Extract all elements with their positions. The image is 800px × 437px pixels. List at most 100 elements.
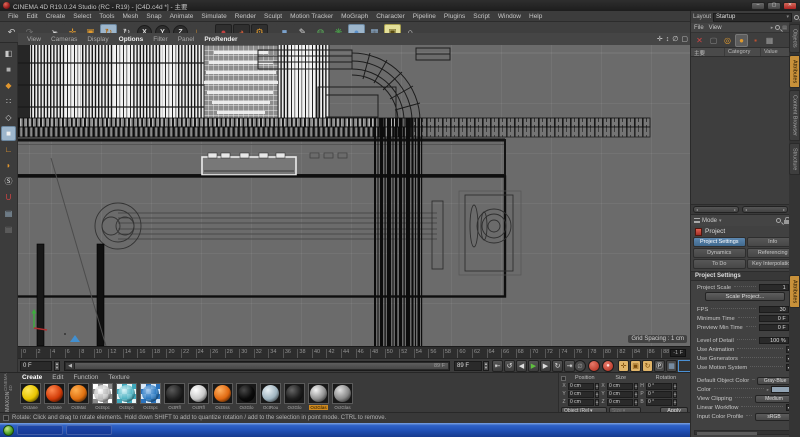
frame-tick[interactable]: 40 — [312, 349, 327, 358]
menu-file[interactable]: File — [4, 13, 22, 20]
frame-tick[interactable]: 48 — [370, 349, 385, 358]
frame-tick[interactable]: 52 — [399, 349, 414, 358]
frame-tick[interactable]: 34 — [268, 349, 283, 358]
om-column-main[interactable]: 主要 — [691, 48, 725, 56]
material-item[interactable]: OctSss — [212, 383, 233, 410]
timeline-range-slider[interactable]: ◀ 89 F — [64, 361, 450, 371]
side-tab-attributes[interactable]: Attributes — [789, 275, 800, 308]
goto-start-button[interactable]: ⇤ — [492, 360, 503, 372]
viewport-solo-off-button[interactable]: ▤ — [1, 222, 16, 237]
om-search-icon[interactable] — [775, 25, 780, 30]
texture-mode-button[interactable]: ◆ — [1, 78, 16, 93]
autokey-button[interactable]: ● — [602, 360, 614, 372]
key-position-button[interactable]: ✛ — [618, 360, 629, 372]
level-of-detail-field[interactable]: 100 % — [759, 337, 789, 344]
expand-icon[interactable]: ▸ — [767, 387, 769, 393]
tab-dynamics[interactable]: Dynamics — [693, 248, 746, 258]
rotation-h-field[interactable]: 0 ° — [646, 383, 672, 390]
snap-settings-button[interactable]: Ⓢ — [1, 174, 16, 189]
side-tab-structure[interactable]: Structure — [789, 143, 800, 175]
toggle-view-button[interactable]: ▢ — [681, 35, 688, 43]
default-object-color-dropdown[interactable]: Gray-Blue — [757, 377, 793, 385]
menu-mograph[interactable]: MoGraph — [337, 13, 372, 20]
om-sphere-button[interactable]: ● — [735, 34, 748, 47]
minimum-time-field[interactable]: 0 F — [759, 315, 789, 322]
om-menu-file[interactable]: File — [694, 25, 704, 31]
om-film-button[interactable]: ▪ — [749, 34, 762, 47]
stepper-icon[interactable]: ◂▸ — [673, 399, 677, 406]
frame-tick[interactable]: 0 — [21, 349, 36, 358]
menu-sculpt[interactable]: Sculpt — [260, 13, 286, 20]
frame-tick[interactable]: 30 — [239, 349, 254, 358]
rotation-b-field[interactable]: 0 ° — [646, 399, 672, 406]
menu-plugins[interactable]: Plugins — [440, 13, 469, 20]
tab-project-settings[interactable]: Project Settings — [693, 237, 746, 247]
edge-mode-button[interactable]: ◇ — [1, 110, 16, 125]
om-target-button[interactable]: ◎ — [721, 34, 734, 47]
key-parameter-button[interactable]: Ⓟ — [654, 360, 665, 372]
frame-tick[interactable]: 86 — [647, 349, 662, 358]
frame-tick[interactable]: 60 — [457, 349, 472, 358]
material-item[interactable]: Octane — [20, 383, 41, 410]
stepper-icon[interactable]: ◂▸ — [634, 391, 638, 398]
viewport-solo-button[interactable]: ▤ — [1, 206, 16, 221]
record-off-button[interactable]: ∅ — [574, 360, 586, 372]
play-reverse-button[interactable]: ↺ — [504, 360, 515, 372]
preview-min-time-field[interactable]: 0 F — [759, 324, 789, 331]
close-button[interactable]: ✕ — [783, 2, 797, 10]
mat-menu-edit[interactable]: Edit — [48, 374, 67, 381]
attr-search-icon[interactable] — [776, 218, 781, 223]
stepper-icon[interactable]: ◂▸ — [595, 383, 599, 390]
frame-tick[interactable]: 44 — [341, 349, 356, 358]
zoom-view-button[interactable]: ↕ — [666, 36, 670, 43]
vp-menu-cameras[interactable]: Cameras — [46, 36, 82, 43]
size-y-field[interactable]: 0 cm — [607, 391, 633, 398]
frame-tick[interactable]: 18 — [152, 349, 167, 358]
frame-tick[interactable]: 68 — [516, 349, 531, 358]
frame-tick[interactable]: 80 — [603, 349, 618, 358]
timeline-ruler[interactable]: 0246810121416182022242628303234363840424… — [18, 346, 690, 358]
snap-mouse-button[interactable]: ◗ — [1, 158, 16, 173]
mat-menu-function[interactable]: Function — [69, 374, 102, 381]
record-keyframe-button[interactable] — [588, 360, 600, 372]
size-z-field[interactable]: 0 cm — [607, 399, 633, 406]
input-color-profile-dropdown[interactable]: sRGB — [755, 413, 793, 421]
menu-motion-tracker[interactable]: Motion Tracker — [286, 13, 337, 20]
key-scale-button[interactable]: ▣ — [630, 360, 641, 372]
frame-tick[interactable]: 38 — [297, 349, 312, 358]
scale-project-button[interactable]: Scale Project... — [705, 292, 785, 301]
om-menu-view[interactable]: View — [709, 25, 722, 31]
frame-tick[interactable]: 72 — [545, 349, 560, 358]
layout-dropdown[interactable]: Startup▾ — [713, 13, 792, 22]
taskbar-app-button[interactable] — [66, 425, 112, 435]
material-item[interactable]: OctMat — [68, 383, 89, 410]
taskbar-app-button[interactable] — [17, 425, 63, 435]
menu-snap[interactable]: Snap — [142, 13, 165, 20]
start-button[interactable] — [3, 425, 14, 436]
menu-help[interactable]: Help — [525, 13, 546, 20]
menu-mesh[interactable]: Mesh — [118, 13, 142, 20]
material-item[interactable]: Octane — [44, 383, 65, 410]
frame-tick[interactable]: 76 — [574, 349, 589, 358]
minimize-button[interactable]: – — [751, 2, 765, 10]
play-loop-button[interactable]: ↻ — [552, 360, 563, 372]
vp-menu-display[interactable]: Display — [82, 36, 113, 43]
om-hscrollbar[interactable]: ◂▸ — [742, 206, 788, 213]
stepper-icon[interactable]: ◂▸ — [634, 383, 638, 390]
panel-icon[interactable]: ▤ — [782, 25, 787, 31]
fps-field[interactable]: 30 — [759, 306, 789, 313]
frame-tick[interactable]: 32 — [254, 349, 269, 358]
menu-animate[interactable]: Animate — [166, 13, 198, 20]
frame-tick[interactable]: 2 — [36, 349, 51, 358]
material-item[interactable]: OctRfl — [188, 383, 209, 410]
position-z-field[interactable]: 0 cm — [568, 399, 594, 406]
frame-tick[interactable]: 36 — [283, 349, 298, 358]
vp-menu-view[interactable]: View — [22, 36, 46, 43]
menu-character[interactable]: Character — [372, 13, 409, 20]
mat-menu-texture[interactable]: Texture — [104, 374, 133, 381]
frame-tick[interactable]: 70 — [530, 349, 545, 358]
model-mode-button[interactable]: ■ — [1, 62, 16, 77]
project-scale-field[interactable]: 1 — [759, 284, 789, 291]
rotate-view-button[interactable]: ∅ — [672, 35, 678, 43]
om-column-category[interactable]: Category — [725, 48, 761, 56]
